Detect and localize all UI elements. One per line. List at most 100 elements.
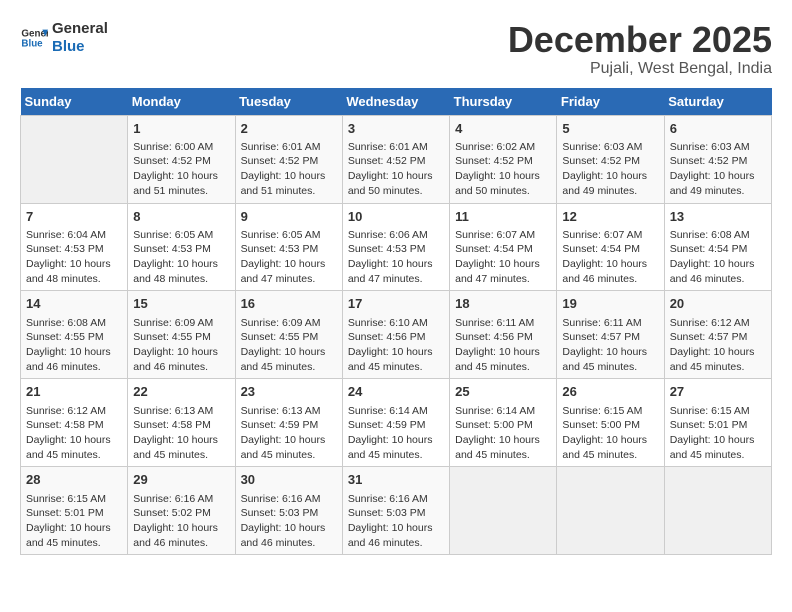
calendar-cell: 21 Sunrise: 6:12 AMSunset: 4:58 PMDayligh… [21,379,128,467]
calendar-cell: 15 Sunrise: 6:09 AMSunset: 4:55 PMDayligh… [128,291,235,379]
day-info: Sunrise: 6:15 AMSunset: 5:01 PMDaylight:… [26,492,122,551]
day-number: 18 [455,295,551,313]
calendar-cell: 22 Sunrise: 6:13 AMSunset: 4:58 PMDayligh… [128,379,235,467]
calendar-cell: 12Sunrise: 6:07 AMSunset: 4:54 PMDayligh… [557,203,664,291]
day-info: Sunrise: 6:10 AMSunset: 4:56 PMDaylight:… [348,316,444,375]
day-number: 20 [670,295,766,313]
page-header: General Blue General Blue December 2025 … [20,20,772,78]
header-cell-tuesday: Tuesday [235,88,342,116]
calendar-cell: 8Sunrise: 6:05 AMSunset: 4:53 PMDaylight… [128,203,235,291]
day-number: 24 [348,383,444,401]
title-block: December 2025 Pujali, West Bengal, India [508,20,772,78]
day-info: Sunrise: 6:07 AMSunset: 4:54 PMDaylight:… [455,228,551,287]
calendar-cell: 27 Sunrise: 6:15 AMSunset: 5:01 PMDayligh… [664,379,771,467]
calendar-header: SundayMondayTuesdayWednesdayThursdayFrid… [21,88,772,116]
day-number: 4 [455,120,551,138]
calendar-cell: 9Sunrise: 6:05 AMSunset: 4:53 PMDaylight… [235,203,342,291]
calendar-cell: 16Sunrise: 6:09 AMSunset: 4:55 PMDayligh… [235,291,342,379]
header-cell-saturday: Saturday [664,88,771,116]
calendar-body: 1 Sunrise: 6:00 AMSunset: 4:52 PMDaylight… [21,115,772,555]
day-number: 23 [241,383,337,401]
week-row-2: 7 Sunrise: 6:04 AMSunset: 4:53 PMDaylight… [21,203,772,291]
week-row-3: 14Sunrise: 6:08 AMSunset: 4:55 PMDayligh… [21,291,772,379]
day-number: 3 [348,120,444,138]
day-number: 7 [26,208,122,226]
day-info: Sunrise: 6:14 AMSunset: 4:59 PMDaylight:… [348,404,444,463]
logo-icon: General Blue [20,24,48,52]
header-cell-wednesday: Wednesday [342,88,449,116]
day-info: Sunrise: 6:09 AMSunset: 4:55 PMDaylight:… [133,316,229,375]
day-info: Sunrise: 6:11 AMSunset: 4:57 PMDaylight:… [562,316,658,375]
calendar-cell: 11 Sunrise: 6:07 AMSunset: 4:54 PMDayligh… [450,203,557,291]
day-info: Sunrise: 6:16 AMSunset: 5:03 PMDaylight:… [348,492,444,551]
day-info: Sunrise: 6:15 AMSunset: 5:00 PMDaylight:… [562,404,658,463]
day-info: Sunrise: 6:12 AMSunset: 4:57 PMDaylight:… [670,316,766,375]
calendar-cell: 25 Sunrise: 6:14 AMSunset: 5:00 PMDayligh… [450,379,557,467]
day-number: 11 [455,208,551,226]
calendar-cell: 24 Sunrise: 6:14 AMSunset: 4:59 PMDayligh… [342,379,449,467]
day-number: 17 [348,295,444,313]
day-number: 27 [670,383,766,401]
calendar-cell: 2 Sunrise: 6:01 AMSunset: 4:52 PMDaylight… [235,115,342,203]
day-number: 21 [26,383,122,401]
calendar-cell: 7 Sunrise: 6:04 AMSunset: 4:53 PMDaylight… [21,203,128,291]
header-row: SundayMondayTuesdayWednesdayThursdayFrid… [21,88,772,116]
day-info: Sunrise: 6:03 AMSunset: 4:52 PMDaylight:… [562,140,658,199]
calendar-cell: 5 Sunrise: 6:03 AMSunset: 4:52 PMDaylight… [557,115,664,203]
day-number: 1 [133,120,229,138]
calendar-cell: 10Sunrise: 6:06 AMSunset: 4:53 PMDayligh… [342,203,449,291]
svg-text:Blue: Blue [21,38,43,49]
day-info: Sunrise: 6:01 AMSunset: 4:52 PMDaylight:… [348,140,444,199]
day-number: 19 [562,295,658,313]
calendar-cell: 17 Sunrise: 6:10 AMSunset: 4:56 PMDayligh… [342,291,449,379]
day-number: 6 [670,120,766,138]
calendar-cell [557,467,664,555]
day-number: 2 [241,120,337,138]
day-info: Sunrise: 6:02 AMSunset: 4:52 PMDaylight:… [455,140,551,199]
calendar-table: SundayMondayTuesdayWednesdayThursdayFrid… [20,88,772,556]
calendar-cell: 13Sunrise: 6:08 AMSunset: 4:54 PMDayligh… [664,203,771,291]
day-info: Sunrise: 6:16 AMSunset: 5:03 PMDaylight:… [241,492,337,551]
calendar-cell [21,115,128,203]
day-info: Sunrise: 6:12 AMSunset: 4:58 PMDaylight:… [26,404,122,463]
calendar-cell: 18 Sunrise: 6:11 AMSunset: 4:56 PMDayligh… [450,291,557,379]
day-number: 12 [562,208,658,226]
calendar-cell: 29Sunrise: 6:16 AMSunset: 5:02 PMDayligh… [128,467,235,555]
calendar-cell: 26Sunrise: 6:15 AMSunset: 5:00 PMDayligh… [557,379,664,467]
day-info: Sunrise: 6:09 AMSunset: 4:55 PMDaylight:… [241,316,337,375]
day-info: Sunrise: 6:14 AMSunset: 5:00 PMDaylight:… [455,404,551,463]
calendar-cell: 30 Sunrise: 6:16 AMSunset: 5:03 PMDayligh… [235,467,342,555]
day-number: 5 [562,120,658,138]
calendar-cell: 19 Sunrise: 6:11 AMSunset: 4:57 PMDayligh… [557,291,664,379]
day-number: 14 [26,295,122,313]
calendar-cell: 23 Sunrise: 6:13 AMSunset: 4:59 PMDayligh… [235,379,342,467]
calendar-cell: 14Sunrise: 6:08 AMSunset: 4:55 PMDayligh… [21,291,128,379]
day-number: 10 [348,208,444,226]
day-info: Sunrise: 6:03 AMSunset: 4:52 PMDaylight:… [670,140,766,199]
day-number: 15 [133,295,229,313]
day-number: 31 [348,471,444,489]
header-cell-sunday: Sunday [21,88,128,116]
location-subtitle: Pujali, West Bengal, India [508,60,772,78]
day-info: Sunrise: 6:13 AMSunset: 4:58 PMDaylight:… [133,404,229,463]
day-number: 22 [133,383,229,401]
day-info: Sunrise: 6:15 AMSunset: 5:01 PMDaylight:… [670,404,766,463]
day-info: Sunrise: 6:13 AMSunset: 4:59 PMDaylight:… [241,404,337,463]
calendar-cell [664,467,771,555]
day-info: Sunrise: 6:11 AMSunset: 4:56 PMDaylight:… [455,316,551,375]
logo: General Blue General Blue [20,20,108,56]
day-info: Sunrise: 6:04 AMSunset: 4:53 PMDaylight:… [26,228,122,287]
day-number: 30 [241,471,337,489]
day-info: Sunrise: 6:05 AMSunset: 4:53 PMDaylight:… [133,228,229,287]
day-info: Sunrise: 6:16 AMSunset: 5:02 PMDaylight:… [133,492,229,551]
day-info: Sunrise: 6:01 AMSunset: 4:52 PMDaylight:… [241,140,337,199]
day-info: Sunrise: 6:00 AMSunset: 4:52 PMDaylight:… [133,140,229,199]
day-number: 28 [26,471,122,489]
header-cell-friday: Friday [557,88,664,116]
day-info: Sunrise: 6:08 AMSunset: 4:54 PMDaylight:… [670,228,766,287]
calendar-cell: 28 Sunrise: 6:15 AMSunset: 5:01 PMDayligh… [21,467,128,555]
calendar-cell: 4 Sunrise: 6:02 AMSunset: 4:52 PMDaylight… [450,115,557,203]
day-number: 25 [455,383,551,401]
calendar-cell: 6 Sunrise: 6:03 AMSunset: 4:52 PMDaylight… [664,115,771,203]
day-number: 9 [241,208,337,226]
